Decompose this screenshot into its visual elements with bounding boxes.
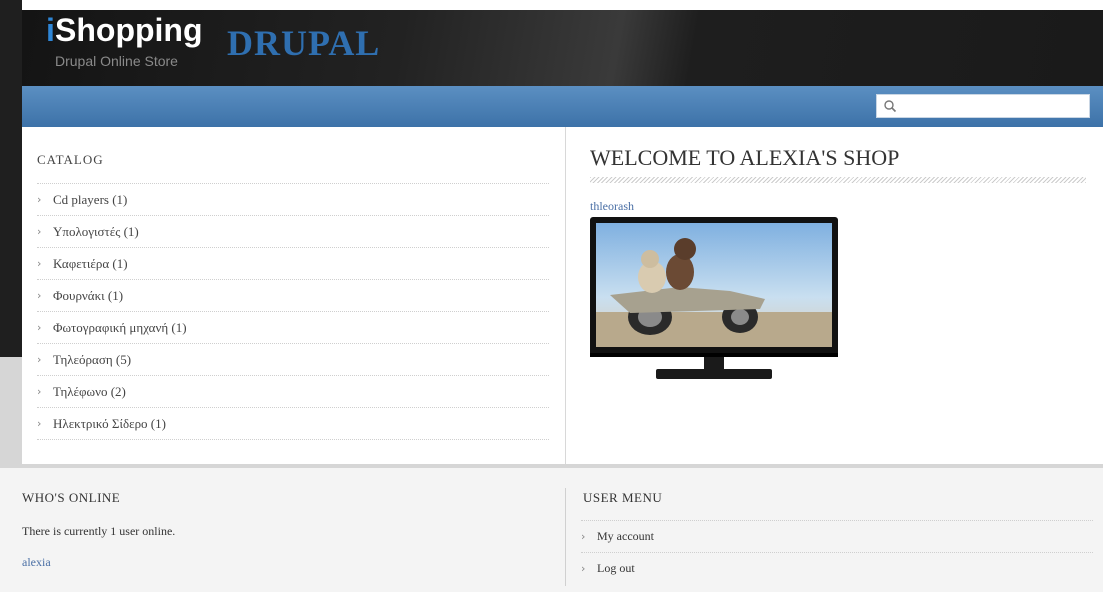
footer-column-divider <box>565 488 566 586</box>
catalog-item[interactable]: › Τηλεόραση (5) <box>37 344 549 376</box>
search-input[interactable] <box>876 94 1090 118</box>
catalog-item-label[interactable]: Φουρνάκι (1) <box>53 288 123 304</box>
user-menu-item-my-account[interactable]: › My account <box>581 521 1093 553</box>
user-menu-item-log-out[interactable]: › Log out <box>581 553 1093 584</box>
catalog-list: › Cd players (1) › Υπολογιστές (1) › Καφετι… <box>37 183 549 440</box>
chevron-right-icon: › <box>37 353 42 366</box>
page-title: WELCOME TO ALEXIA'S SHOP <box>590 145 900 170</box>
chevron-right-icon: › <box>581 530 586 543</box>
chevron-right-icon: › <box>37 289 42 302</box>
whos-online-text: There is currently 1 user online. <box>22 524 176 538</box>
chevron-right-icon: › <box>37 321 42 334</box>
left-edge-dark <box>0 0 22 357</box>
chevron-right-icon: › <box>37 417 42 430</box>
chevron-right-icon: › <box>37 385 42 398</box>
nav-bar <box>22 86 1103 127</box>
title-underline-pattern <box>590 177 1086 183</box>
catalog-item-label[interactable]: Υπολογιστές (1) <box>53 224 139 240</box>
left-edge-grey <box>0 357 22 467</box>
catalog-item-label[interactable]: Τηλεόραση (5) <box>53 352 131 368</box>
catalog-title: CATALOG <box>37 152 104 167</box>
site-tagline: Drupal Online Store <box>55 53 178 69</box>
chevron-right-icon: › <box>37 193 42 206</box>
whos-online-title: WHO'S ONLINE <box>22 490 121 505</box>
catalog-item-label[interactable]: Καφετιέρα (1) <box>53 256 128 272</box>
catalog-item[interactable]: › Φουρνάκι (1) <box>37 280 549 312</box>
main-content: WELCOME TO ALEXIA'S SHOP thleorash <box>566 127 1103 464</box>
catalog-item[interactable]: › Cd players (1) <box>37 184 549 216</box>
catalog-item-label[interactable]: Cd players (1) <box>53 192 127 208</box>
catalog-item[interactable]: › Φωτογραφική μηχανή (1) <box>37 312 549 344</box>
catalog-item[interactable]: › Καφετιέρα (1) <box>37 248 549 280</box>
site-footer: WHO'S ONLINE There is currently 1 user o… <box>0 468 1103 592</box>
site-header: i Shopping DRUPAL Drupal Online Store <box>22 10 1103 86</box>
chevron-right-icon: › <box>37 225 42 238</box>
catalog-item-label[interactable]: Τηλέφωνο (2) <box>53 384 126 400</box>
product-title-link[interactable]: thleorash <box>590 199 634 214</box>
chevron-right-icon: › <box>581 562 586 575</box>
catalog-item[interactable]: › Υπολογιστές (1) <box>37 216 549 248</box>
user-menu-item-label[interactable]: Log out <box>597 561 635 576</box>
catalog-item[interactable]: › Τηλέφωνο (2) <box>37 376 549 408</box>
online-user-link[interactable]: alexia <box>22 555 51 570</box>
logo-drupal: DRUPAL <box>227 23 381 63</box>
catalog-block: CATALOG › Cd players (1) › Υπολογιστές (1)… <box>22 127 565 464</box>
user-menu-list: › My account › Log out <box>581 520 1093 584</box>
user-menu-item-label[interactable]: My account <box>597 529 654 544</box>
tv-product-image[interactable] <box>590 217 838 382</box>
catalog-item-label[interactable]: Ηλεκτρικό Σίδερο (1) <box>53 416 166 432</box>
user-menu-title: USER MENU <box>583 490 663 505</box>
search-icon[interactable] <box>883 99 897 113</box>
catalog-item-label[interactable]: Φωτογραφική μηχανή (1) <box>53 320 187 336</box>
logo-i[interactable]: i <box>46 12 55 49</box>
logo-shopping[interactable]: Shopping <box>55 12 203 49</box>
catalog-item[interactable]: › Ηλεκτρικό Σίδερο (1) <box>37 408 549 440</box>
chevron-right-icon: › <box>37 257 42 270</box>
